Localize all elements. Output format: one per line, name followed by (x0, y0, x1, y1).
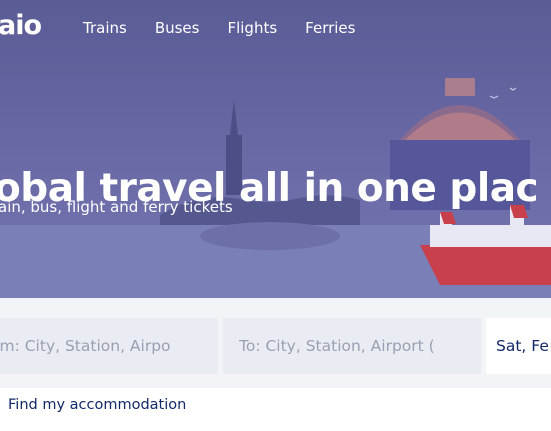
date-value[interactable]: Sat, Fe (486, 337, 549, 355)
search-form: Sat, Fe (0, 298, 551, 388)
from-input[interactable] (0, 337, 208, 355)
date-field[interactable]: Sat, Fe (486, 318, 551, 374)
main-nav: Trains Buses Flights Ferries (83, 19, 355, 37)
find-accommodation-link[interactable]: Find my accommodation (8, 397, 186, 413)
hero-banner: aio Trains Buses Flights Ferries obal tr… (0, 0, 551, 298)
nav-trains[interactable]: Trains (83, 19, 127, 37)
from-field[interactable] (0, 318, 218, 374)
nav-ferries[interactable]: Ferries (305, 19, 355, 37)
hero-subline: ain, bus, flight and ferry tickets (0, 198, 233, 216)
brand-logo[interactable]: aio (0, 10, 42, 41)
to-field[interactable] (223, 318, 481, 374)
to-input[interactable] (223, 337, 481, 355)
nav-flights[interactable]: Flights (227, 19, 277, 37)
nav-buses[interactable]: Buses (155, 19, 200, 37)
hero-illustration (0, 78, 551, 298)
